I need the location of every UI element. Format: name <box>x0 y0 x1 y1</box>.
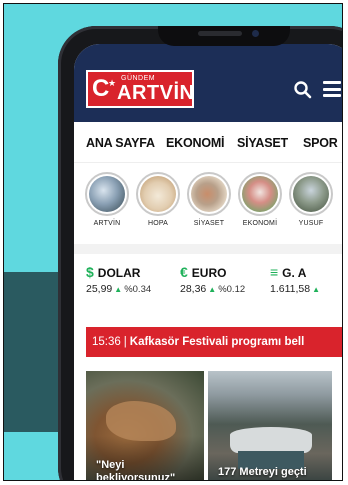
currency-name: DOLAR <box>97 266 141 280</box>
breaking-news-headline: Kafkasör Festivali programı bell <box>129 336 305 348</box>
phone-notch <box>158 26 290 46</box>
news-card[interactable]: 177 Metreyi geçti <box>208 371 332 480</box>
hamburger-icon-line <box>323 94 341 97</box>
currency-dolar[interactable]: $ DOLAR 25,99 ▲ %0.34 <box>86 264 182 295</box>
dollar-icon: $ <box>86 264 94 280</box>
story-ring <box>289 172 333 216</box>
logo-artvin-text: ARTVİN <box>117 82 195 104</box>
currency-value: 1.611,58 <box>270 283 311 295</box>
nav-tab-ekonomi[interactable]: EKONOMİ <box>166 122 225 162</box>
arrow-up-icon: ▲ <box>312 285 321 294</box>
breaking-news-bar[interactable]: 15:36 | Kafkasör Festivali programı bell <box>86 327 342 357</box>
arrow-up-icon: ▲ <box>208 285 217 294</box>
stories-row: ARTVİN HOPA SİYASET EKONOMİ YUSUF <box>74 162 342 244</box>
story-ring <box>85 172 129 216</box>
story-item[interactable]: YUSUF <box>286 172 336 227</box>
menu-button[interactable] <box>323 81 341 97</box>
screenshot-frame: C ★ GÜNDEM ARTVİN ANA SAYFA EKONOMİ SİYA… <box>3 3 343 481</box>
news-card-title: "Neyi bekliyorsunuz" <box>96 459 176 481</box>
story-ring <box>238 172 282 216</box>
story-thumbnail <box>140 176 176 212</box>
story-label: ARTVİN <box>93 220 121 227</box>
section-divider <box>74 244 342 254</box>
breaking-news-time: 15:36 <box>92 336 121 348</box>
currency-value: 28,36 <box>180 283 207 295</box>
story-thumbnail <box>191 176 227 212</box>
currency-gold[interactable]: ≡ G. A 1.611,58 ▲ <box>270 264 342 295</box>
story-thumbnail <box>242 176 278 212</box>
gold-bars-icon: ≡ <box>270 264 279 280</box>
search-button[interactable] <box>293 80 313 100</box>
hamburger-icon-line <box>323 81 341 84</box>
breaking-news-divider: | <box>123 336 127 348</box>
site-logo[interactable]: C ★ GÜNDEM ARTVİN <box>86 70 194 108</box>
euro-icon: € <box>180 264 188 280</box>
category-nav: ANA SAYFA EKONOMİ SİYASET SPOR <box>74 122 342 163</box>
story-item[interactable]: SİYASET <box>184 172 234 227</box>
news-card[interactable]: "Neyi bekliyorsunuz" <box>86 371 204 481</box>
story-item[interactable]: EKONOMİ <box>235 172 285 227</box>
nav-tab-spor[interactable]: SPOR <box>303 122 338 162</box>
story-ring <box>136 172 180 216</box>
nav-tab-siyaset[interactable]: SİYASET <box>237 122 288 162</box>
hamburger-icon-line <box>323 87 341 91</box>
story-thumbnail <box>293 176 329 212</box>
arrow-up-icon: ▲ <box>114 285 123 294</box>
currency-name: EURO <box>191 266 227 280</box>
news-card-title: 177 Metreyi geçti <box>218 466 307 478</box>
story-label: YUSUF <box>298 220 324 227</box>
app-header: C ★ GÜNDEM ARTVİN <box>74 44 342 122</box>
currency-change: %0.34 <box>124 284 152 295</box>
currency-heading: $ DOLAR <box>86 264 182 280</box>
currency-value: 25,99 <box>86 283 113 295</box>
logo-gundem-text: GÜNDEM <box>121 75 156 82</box>
story-ring <box>187 172 231 216</box>
story-label: EKONOMİ <box>242 220 278 227</box>
currency-heading: ≡ G. A <box>270 264 342 280</box>
currency-row: 25,99 ▲ %0.34 <box>86 283 182 295</box>
logo-star: ★ <box>108 78 117 88</box>
logo-c-mark: C <box>92 75 110 102</box>
speaker-grille <box>198 31 242 36</box>
nav-tab-ana-sayfa[interactable]: ANA SAYFA <box>86 122 155 162</box>
currency-row: 1.611,58 ▲ <box>270 283 342 295</box>
story-label: HOPA <box>147 220 169 227</box>
story-item[interactable]: ARTVİN <box>82 172 132 227</box>
currency-row: 28,36 ▲ %0.12 <box>180 283 276 295</box>
story-item[interactable]: HOPA <box>133 172 183 227</box>
currency-heading: € EURO <box>180 264 276 280</box>
story-thumbnail <box>89 176 125 212</box>
currency-change: %0.12 <box>218 284 246 295</box>
front-camera <box>252 30 259 37</box>
phone-screen: C ★ GÜNDEM ARTVİN ANA SAYFA EKONOMİ SİYA… <box>74 44 342 481</box>
story-label: SİYASET <box>193 220 225 227</box>
search-icon <box>294 81 312 99</box>
dam-wall-shape <box>230 427 312 453</box>
phone-mockup: C ★ GÜNDEM ARTVİN ANA SAYFA EKONOMİ SİYA… <box>58 26 342 481</box>
currency-euro[interactable]: € EURO 28,36 ▲ %0.12 <box>180 264 276 295</box>
currency-name: G. A <box>282 266 307 280</box>
